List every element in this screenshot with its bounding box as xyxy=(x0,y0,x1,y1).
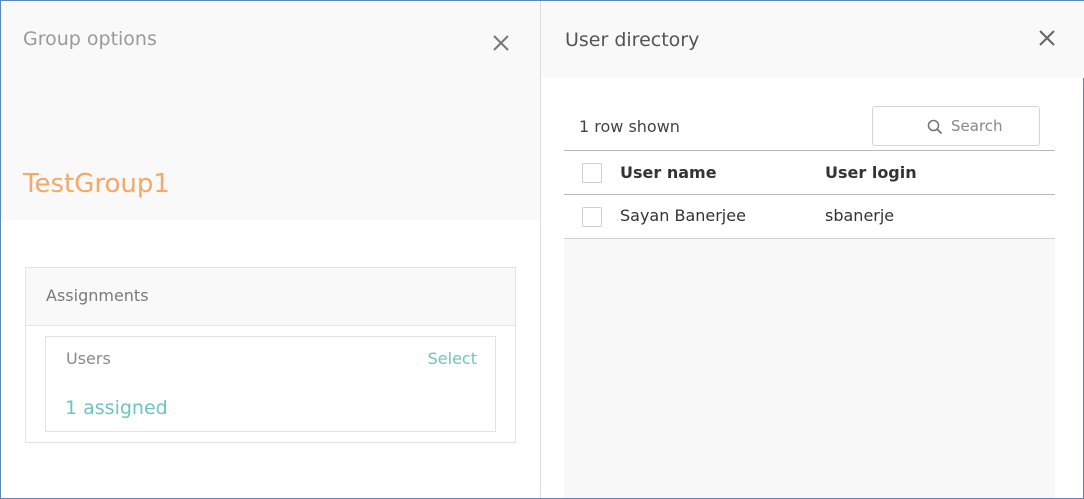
user-directory-header: User directory xyxy=(541,1,1084,78)
group-name: TestGroup1 xyxy=(23,169,170,199)
user-directory-panel: User directory 1 row shown Search User n… xyxy=(540,1,1084,498)
search-button[interactable]: Search xyxy=(872,106,1040,146)
users-assignment-box: Users Select 1 assigned xyxy=(45,336,496,432)
select-all-checkbox[interactable] xyxy=(582,163,602,183)
group-options-panel: Group options TestGroup1 Assignments Use… xyxy=(1,1,540,498)
cell-user-name: Sayan Banerjee xyxy=(620,206,746,225)
user-directory-title: User directory xyxy=(565,29,700,51)
close-icon[interactable] xyxy=(1035,26,1059,50)
group-options-title: Group options xyxy=(23,28,157,50)
cell-user-login: sbanerje xyxy=(825,206,895,225)
group-options-header: Group options TestGroup1 xyxy=(1,1,540,220)
table-header: User name User login xyxy=(564,150,1055,195)
search-label: Search xyxy=(951,117,1003,135)
users-label: Users xyxy=(66,349,111,368)
table-row[interactable]: Sayan Banerjee sbanerje xyxy=(564,195,1055,239)
rows-shown-count: 1 row shown xyxy=(579,117,680,136)
assignments-card: Assignments Users Select 1 assigned xyxy=(25,267,516,443)
assigned-count[interactable]: 1 assigned xyxy=(65,397,168,419)
assignments-header: Assignments xyxy=(26,268,515,326)
row-checkbox[interactable] xyxy=(582,207,602,227)
column-header-user-name[interactable]: User name xyxy=(620,163,717,182)
search-icon xyxy=(926,118,944,136)
select-users-link[interactable]: Select xyxy=(428,349,477,368)
user-table: User name User login Sayan Banerjee sban… xyxy=(564,150,1055,498)
assignments-title: Assignments xyxy=(46,286,149,305)
close-icon[interactable] xyxy=(489,31,513,55)
column-header-user-login[interactable]: User login xyxy=(825,163,917,182)
